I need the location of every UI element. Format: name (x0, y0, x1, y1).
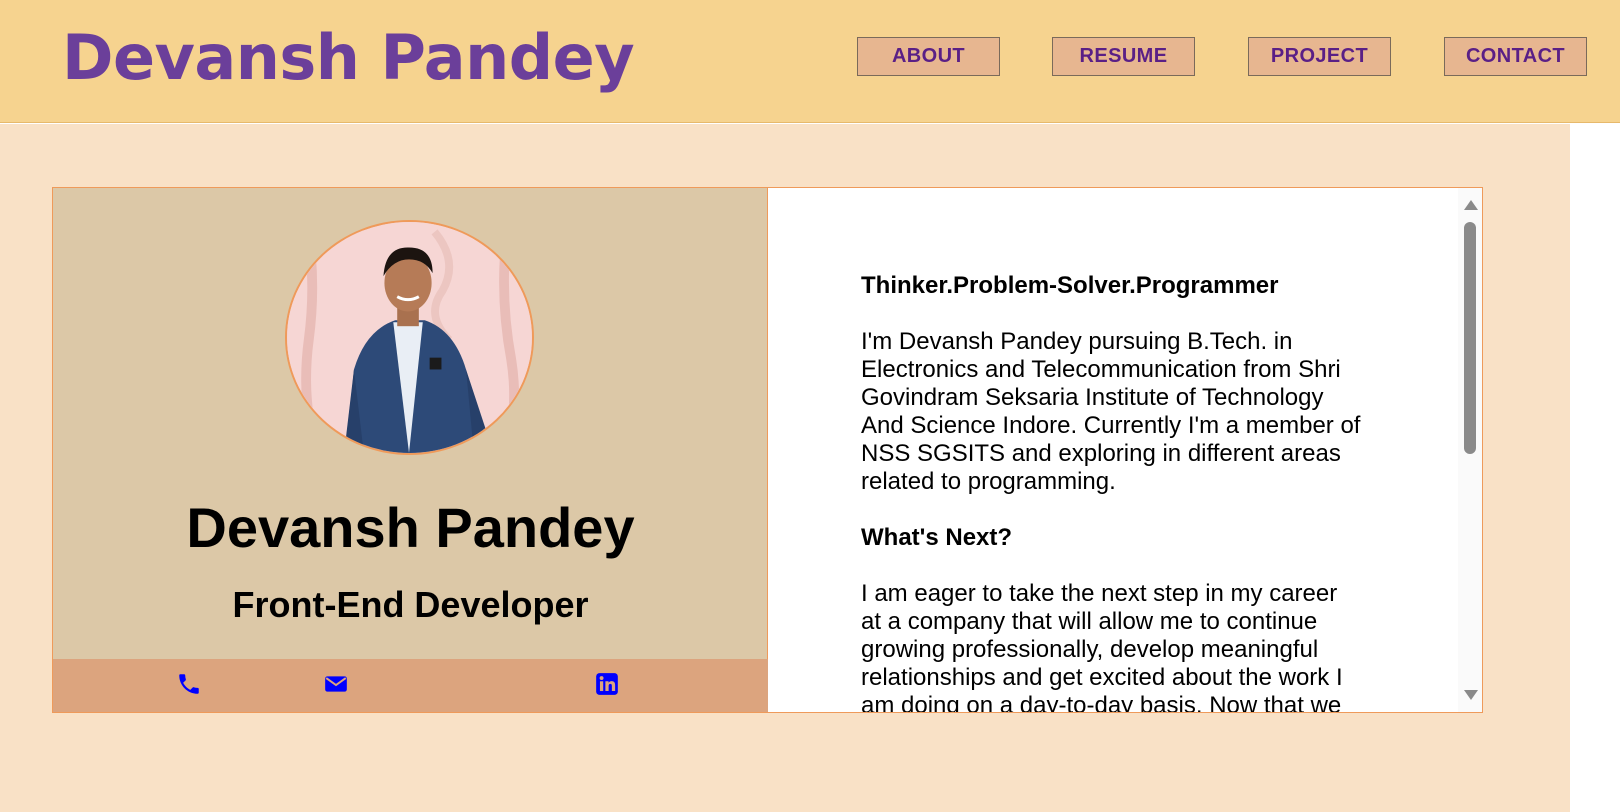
profile-role: Front-End Developer (232, 584, 589, 625)
profile-panel: Devansh Pandey Front-End Developer (53, 188, 768, 712)
about-scrollbar[interactable] (1458, 188, 1482, 712)
brand-title[interactable]: Devansh Pandey (62, 22, 635, 94)
nav-about-button[interactable]: ABOUT (857, 37, 1000, 76)
nav-contact-button[interactable]: CONTACT (1444, 37, 1587, 76)
profile-name: Devansh Pandey (186, 496, 635, 559)
about-intro: I'm Devansh Pandey pursuing B.Tech. in E… (861, 328, 1361, 495)
phone-icon[interactable] (176, 671, 202, 697)
next-heading: What's Next? (861, 524, 1013, 551)
profile-card: Devansh Pandey Front-End Developer Think… (52, 187, 1483, 713)
about-content: Thinker.Problem-Solver.Programmer I'm De… (861, 272, 1361, 712)
nav-resume-button[interactable]: RESUME (1052, 37, 1195, 76)
avatar (285, 220, 534, 455)
linkedin-icon[interactable] (594, 671, 620, 697)
email-icon[interactable] (323, 671, 349, 697)
about-panel[interactable]: Thinker.Problem-Solver.Programmer I'm De… (769, 188, 1482, 712)
nav-project-button[interactable]: PROJECT (1248, 37, 1391, 76)
scroll-thumb[interactable] (1464, 222, 1476, 454)
main-area: Devansh Pandey Front-End Developer Think… (0, 124, 1570, 812)
site-header: Devansh Pandey ABOUT RESUME PROJECT CONT… (0, 0, 1620, 123)
avatar-photo (287, 222, 532, 453)
scroll-down-arrow-icon[interactable] (1464, 690, 1478, 700)
next-text: I am eager to take the next step in my c… (861, 580, 1343, 712)
about-tagline: Thinker.Problem-Solver.Programmer (861, 272, 1279, 299)
scroll-up-arrow-icon[interactable] (1464, 200, 1478, 210)
social-bar (53, 659, 768, 712)
